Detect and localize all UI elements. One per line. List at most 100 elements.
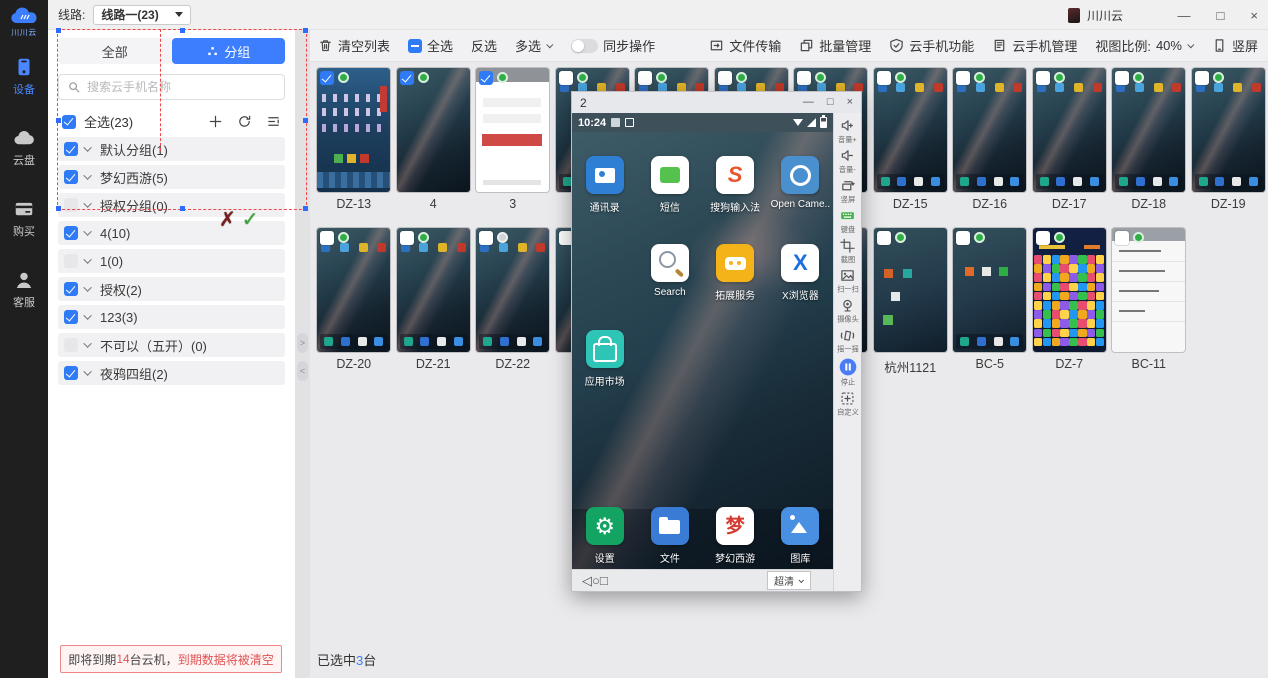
thumbnail-screen[interactable] [953, 68, 1026, 192]
phone-thumbnail[interactable]: BC-11 [1109, 228, 1189, 372]
group-row[interactable]: 123(3) [58, 305, 285, 329]
app-contacts[interactable]: 通讯录 [572, 156, 637, 214]
sidebar-item-cloud-disk[interactable]: 云盘 [0, 127, 48, 168]
thumbnail-checkbox[interactable] [1036, 71, 1050, 85]
home-nav-button[interactable]: ○ [592, 573, 600, 588]
thumbnail-screen[interactable] [1112, 68, 1185, 192]
thumbnail-screen[interactable] [397, 68, 470, 192]
view-scale-value[interactable]: 40% [1156, 38, 1182, 53]
chevron-down-icon[interactable] [83, 227, 91, 235]
group-checkbox[interactable] [64, 366, 78, 380]
xbrowser-icon[interactable]: X [781, 244, 819, 282]
group-row[interactable]: 授权分组(0) [58, 193, 285, 217]
thumbnail-checkbox[interactable] [479, 231, 493, 245]
app-market[interactable]: 应用市场 [572, 330, 637, 388]
phone-thumbnail[interactable]: DZ-18 [1109, 68, 1189, 212]
phone-window-titlebar[interactable]: 2 —□× [572, 92, 861, 113]
phone-thumbnail[interactable]: DZ-20 [314, 228, 394, 372]
app-extend[interactable]: 拓展服务 [703, 244, 768, 302]
thumbnail-screen[interactable] [953, 228, 1026, 352]
settings-icon[interactable]: ⚙ [586, 507, 624, 545]
group-checkbox[interactable] [64, 170, 78, 184]
tool-scan[interactable]: 扫一扫 [836, 268, 860, 295]
thumbnail-screen[interactable] [1033, 228, 1106, 352]
thumbnail-checkbox[interactable] [877, 71, 891, 85]
select-all-toolbar[interactable]: 全选 [408, 36, 453, 55]
clear-list-button[interactable]: 清空列表 [318, 36, 390, 55]
chevron-down-icon[interactable] [83, 339, 91, 347]
sidebar-item-device[interactable]: 设备 [0, 56, 48, 97]
tool-volume-plus[interactable]: 音量+ [837, 118, 858, 145]
phone-thumbnail[interactable]: DZ-16 [950, 68, 1030, 212]
group-row[interactable]: 不可以（五开）(0) [58, 333, 285, 357]
line-select[interactable]: 线路一(23) [93, 5, 191, 25]
tool-custom[interactable]: 自定义 [836, 391, 860, 418]
tab-grouped[interactable]: 分组 [172, 38, 286, 64]
phone-thumbnail[interactable]: 4 [394, 68, 474, 212]
phone-thumbnail[interactable]: DZ-15 [871, 68, 951, 212]
app-sogou[interactable]: S搜狗输入法 [703, 156, 768, 214]
files-icon[interactable] [651, 507, 689, 545]
phone-thumbnail[interactable]: 杭州1121 [871, 228, 951, 372]
maximize-button[interactable]: □ [1217, 9, 1225, 22]
tool-shake[interactable]: 摇一摇 [836, 328, 860, 355]
thumbnail-screen[interactable] [1033, 68, 1106, 192]
phone-thumbnail[interactable]: DZ-19 [1189, 68, 1268, 212]
thumbnail-screen[interactable] [874, 68, 947, 192]
sidebar-item-support[interactable]: 客服 [0, 269, 48, 310]
phone-screen[interactable]: 10:24 通讯录短信S搜狗输入法Open Came..Search拓展服务XX… [572, 113, 833, 591]
camera-icon[interactable] [781, 156, 819, 194]
dock-app-mhxy[interactable]: 梦梦幻西游 [703, 507, 768, 565]
app-sms[interactable]: 短信 [637, 156, 702, 214]
dock-app-files[interactable]: 文件 [637, 507, 702, 565]
sogou-icon[interactable]: S [716, 156, 754, 194]
app-camera[interactable]: Open Came.. [768, 156, 833, 214]
tab-all[interactable]: 全部 [58, 38, 172, 64]
thumbnail-checkbox[interactable] [956, 71, 970, 85]
thumbnail-screen[interactable] [1192, 68, 1265, 192]
dock-app-settings[interactable]: ⚙设置 [572, 507, 637, 565]
thumbnail-screen[interactable] [397, 228, 470, 352]
tool-keyboard[interactable]: 键盘 [840, 208, 856, 235]
thumbnail-screen[interactable] [317, 68, 390, 192]
tool-rotate[interactable]: 竖屏 [840, 178, 856, 205]
group-row[interactable]: 1(0) [58, 249, 285, 273]
collapse-list-button[interactable] [266, 114, 281, 129]
phone-thumbnail[interactable]: DZ-22 [473, 228, 553, 372]
collapse-handle[interactable]: < [297, 361, 308, 381]
thumbnail-checkbox[interactable] [479, 71, 493, 85]
search-input[interactable] [87, 80, 276, 94]
phone-thumbnail[interactable]: DZ-17 [1030, 68, 1110, 212]
extend-icon[interactable] [716, 244, 754, 282]
thumbnail-checkbox[interactable] [1115, 71, 1129, 85]
toggle-off-switch[interactable] [571, 39, 598, 53]
batch-manage-button[interactable]: 批量管理 [799, 36, 871, 55]
refresh-button[interactable] [237, 114, 252, 129]
file-transfer-button[interactable]: 文件传输 [709, 36, 781, 55]
search-box[interactable] [58, 74, 285, 100]
group-row[interactable]: 梦幻西游(5) [58, 165, 285, 189]
group-row[interactable]: 4(10) [58, 221, 285, 245]
recents-nav-button[interactable]: □ [600, 573, 608, 588]
thumbnail-checkbox[interactable] [797, 71, 811, 85]
thumbnail-checkbox[interactable] [638, 71, 652, 85]
tool-webcam[interactable]: 摄像头 [836, 298, 860, 325]
thumbnail-checkbox[interactable] [400, 231, 414, 245]
thumbnail-checkbox[interactable] [559, 71, 573, 85]
sync-operation-toggle[interactable]: 同步操作 [571, 36, 655, 55]
thumbnail-checkbox[interactable] [320, 231, 334, 245]
thumbnail-checkbox[interactable] [956, 231, 970, 245]
chevron-down-icon[interactable] [83, 143, 91, 151]
dock-app-gallery[interactable]: 图库 [768, 507, 833, 565]
thumbnail-checkbox[interactable] [320, 71, 334, 85]
add-group-button[interactable] [208, 114, 223, 129]
phone-thumbnail[interactable]: DZ-7 [1030, 228, 1110, 372]
sms-icon[interactable] [651, 156, 689, 194]
multi-select-dropdown[interactable]: 多选 [515, 36, 553, 55]
group-checkbox[interactable] [64, 282, 78, 296]
thumbnail-checkbox[interactable] [1115, 231, 1129, 245]
sidebar-item-purchase[interactable]: 购买 [0, 198, 48, 239]
thumbnail-checkbox[interactable] [718, 71, 732, 85]
thumbnail-screen[interactable] [317, 228, 390, 352]
chevron-down-icon[interactable] [83, 171, 91, 179]
